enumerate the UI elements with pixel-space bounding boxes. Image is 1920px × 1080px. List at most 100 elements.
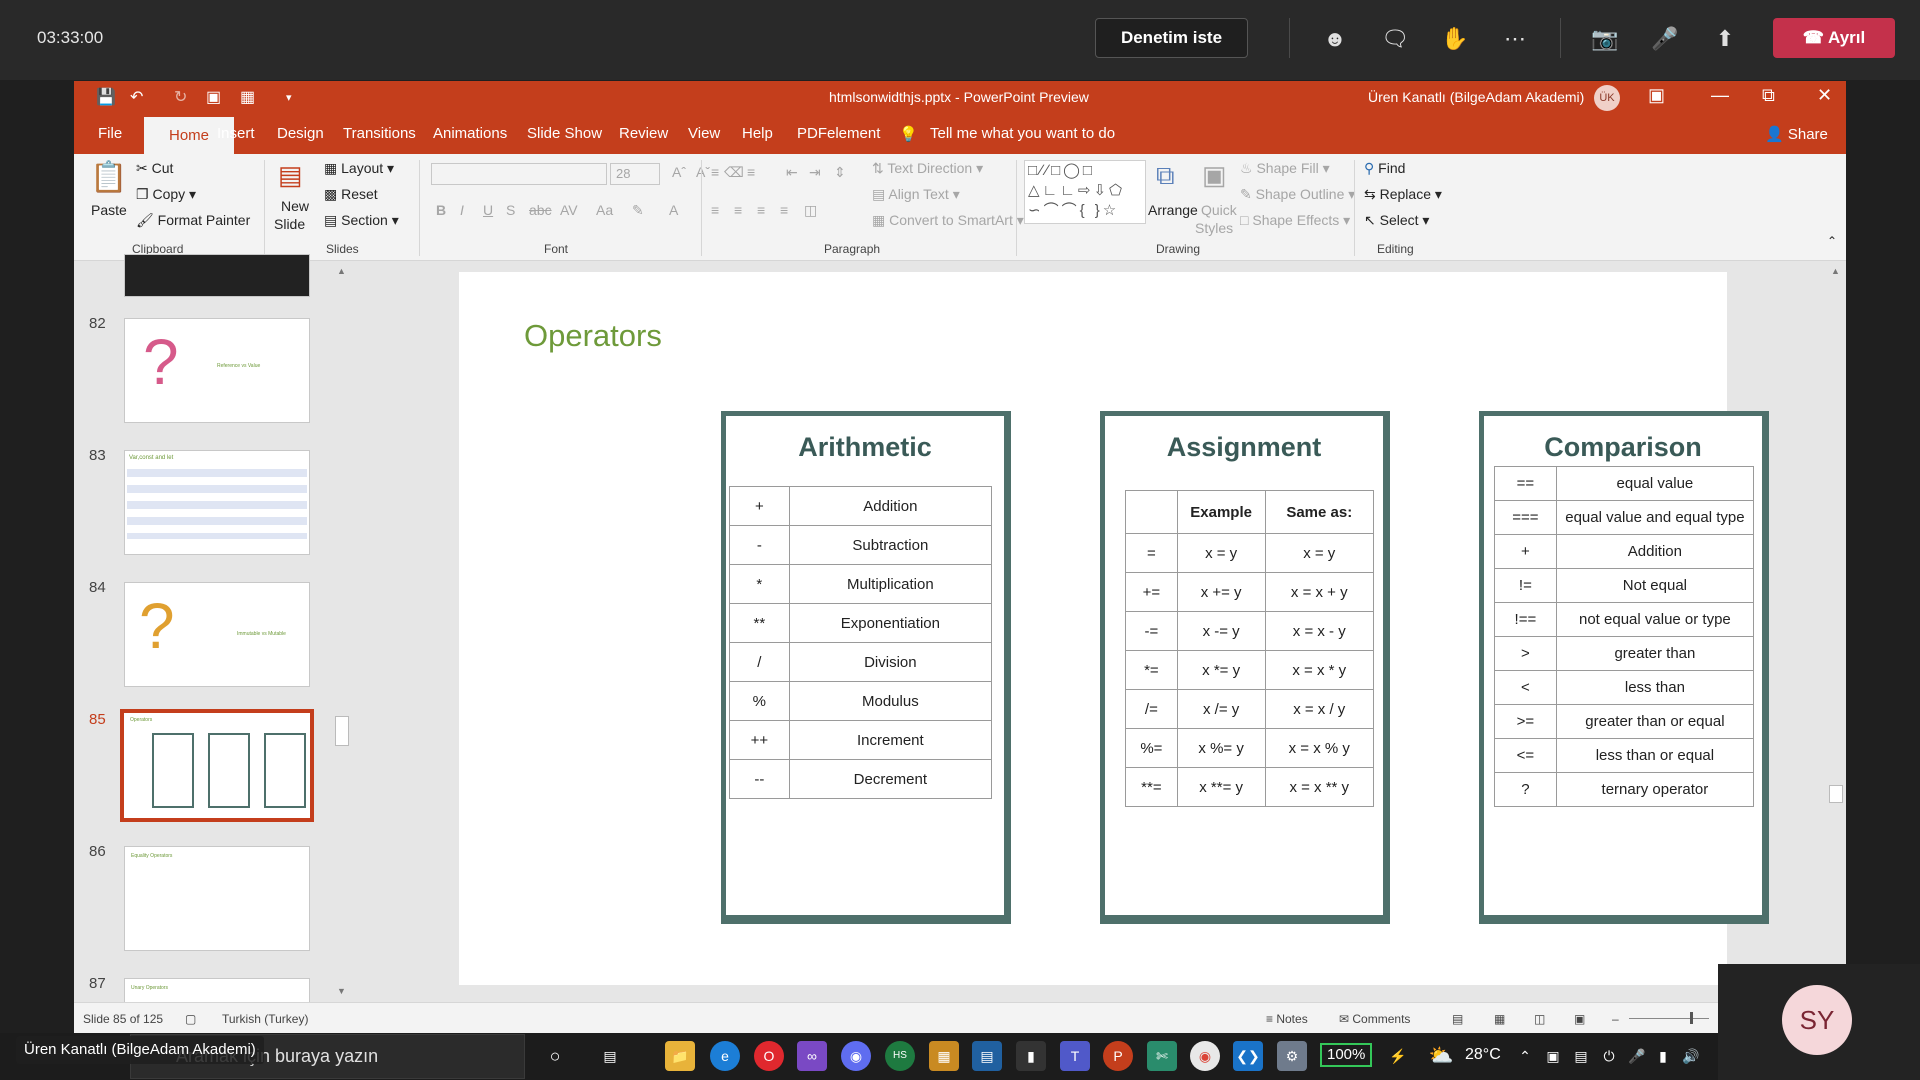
align-text-button[interactable]: ▤ Align Text ▾: [872, 186, 960, 203]
cortana-icon[interactable]: ○: [540, 1041, 570, 1071]
quick-styles-line1[interactable]: Quick: [1201, 202, 1237, 218]
settings-app-icon[interactable]: ⚙: [1277, 1041, 1307, 1071]
change-case-icon[interactable]: Aa: [596, 202, 613, 218]
terminal-icon[interactable]: ▮: [1016, 1041, 1046, 1071]
calculator-grid-icon[interactable]: ▦: [929, 1041, 959, 1071]
new-slide-button-line1[interactable]: New: [281, 198, 309, 214]
align-left-icon[interactable]: ≡: [711, 202, 719, 218]
slide-title[interactable]: Operators: [524, 318, 662, 354]
visual-studio-icon[interactable]: ∞: [797, 1041, 827, 1071]
camera-off-icon[interactable]: 📷: [1588, 22, 1622, 56]
chevron-up-icon[interactable]: ⌃: [1510, 1041, 1540, 1071]
task-view-icon[interactable]: ▤: [595, 1041, 625, 1071]
usb-icon[interactable]: ⏻: [1594, 1041, 1624, 1071]
tab-insert[interactable]: Insert: [217, 125, 255, 142]
shape-outline-button[interactable]: ✎ Shape Outline ▾: [1240, 186, 1355, 203]
bold-icon[interactable]: B: [436, 202, 446, 218]
thumbnail-scrollbar[interactable]: ▲ ▼: [333, 262, 351, 1002]
share-button[interactable]: 👤 Share: [1765, 125, 1828, 143]
numbering-icon[interactable]: ≡: [747, 164, 755, 180]
arrange-button[interactable]: Arrange: [1148, 202, 1198, 218]
character-spacing-icon[interactable]: AV: [560, 202, 578, 218]
user-avatar[interactable]: ÜK: [1594, 85, 1620, 111]
increase-indent-icon[interactable]: ⇥: [809, 164, 821, 181]
weather-icon[interactable]: ⛅: [1426, 1041, 1456, 1071]
request-control-button[interactable]: Denetim iste: [1095, 18, 1248, 58]
reset-button[interactable]: ▩ Reset: [324, 186, 378, 203]
slide-thumbnail-85-selected[interactable]: Operators: [120, 709, 314, 822]
slideshow-view-icon[interactable]: ▣: [1574, 1012, 1585, 1026]
align-right-icon[interactable]: ≡: [757, 202, 765, 218]
network-app-icon[interactable]: ▤: [972, 1041, 1002, 1071]
slide-canvas[interactable]: Operators Arithmetic + Addition - Subtracti…: [459, 272, 1769, 985]
layout-icon[interactable]: ▦: [240, 87, 255, 107]
scroll-up-icon[interactable]: ▲: [1831, 266, 1840, 276]
tab-design[interactable]: Design: [277, 125, 324, 142]
font-size-box[interactable]: 28: [610, 163, 660, 185]
tell-me-search[interactable]: Tell me what you want to do: [930, 125, 1115, 142]
volume-icon[interactable]: 🔊: [1676, 1041, 1706, 1071]
quick-styles-line2[interactable]: Styles: [1195, 220, 1233, 236]
increase-font-icon[interactable]: Aˆ: [672, 164, 686, 180]
snipping-tool-icon[interactable]: ✄: [1147, 1041, 1177, 1071]
slide-thumbnail-81[interactable]: [124, 254, 310, 297]
save-icon[interactable]: 💾: [96, 87, 116, 107]
slide-thumbnail-84[interactable]: ? Immutable vs Mutable: [124, 582, 310, 687]
chat-icon[interactable]: 🗨: [1378, 22, 1412, 56]
language-status[interactable]: Turkish (Turkey): [222, 1012, 308, 1026]
font-name-box[interactable]: [431, 163, 607, 185]
discord-icon[interactable]: ◉: [841, 1041, 871, 1071]
battery-tray-icon[interactable]: ▮: [1648, 1041, 1678, 1071]
zoom-slider-thumb[interactable]: [1690, 1012, 1693, 1024]
opera-icon[interactable]: O: [754, 1041, 784, 1071]
tab-view[interactable]: View: [688, 125, 720, 142]
share-screen-icon[interactable]: ⬆: [1708, 22, 1742, 56]
teams-icon[interactable]: T: [1060, 1041, 1090, 1071]
decrease-indent-icon[interactable]: ⇤: [786, 164, 798, 181]
undo-icon[interactable]: ↶: [130, 87, 143, 107]
replace-button[interactable]: ⇆ Replace ▾: [1364, 186, 1442, 203]
bullets-icon[interactable]: ≡: [711, 164, 719, 180]
highlight-icon[interactable]: ✎: [632, 202, 644, 219]
shape-fill-button[interactable]: ♨ Shape Fill ▾: [1240, 160, 1330, 177]
layout-button[interactable]: ▦ Layout ▾: [324, 160, 394, 177]
reading-view-icon[interactable]: ◫: [1534, 1012, 1545, 1026]
justify-icon[interactable]: ≡: [780, 202, 788, 218]
find-button[interactable]: ⚲ Find: [1364, 160, 1405, 177]
normal-view-icon[interactable]: ▤: [1452, 1012, 1463, 1026]
spellcheck-icon[interactable]: ▢: [185, 1012, 196, 1026]
new-slide-button-line2[interactable]: Slide: [274, 216, 305, 232]
slide-sorter-icon[interactable]: ▦: [1494, 1012, 1505, 1026]
shapes-gallery[interactable]: □∕∕□◯□ △∟∟⇨⇩⬠ ∽⌒⌒{ }☆: [1024, 160, 1146, 224]
tray-app-icon[interactable]: ▣: [1538, 1041, 1568, 1071]
format-painter-button[interactable]: 🖌 Format Painter: [136, 212, 250, 229]
zoom-slider[interactable]: [1629, 1018, 1709, 1019]
text-direction-button[interactable]: ⇅ Text Direction ▾: [872, 160, 983, 177]
close-icon[interactable]: ✕: [1817, 85, 1832, 106]
collapse-ribbon-icon[interactable]: ⌃: [1827, 234, 1837, 248]
convert-smartart-button[interactable]: ▦ Convert to SmartArt ▾: [872, 212, 1024, 229]
restore-icon[interactable]: ⧉: [1762, 85, 1775, 106]
arithmetic-card[interactable]: Arithmetic + Addition - Subtraction * Multipl…: [721, 411, 1011, 924]
assignment-card[interactable]: Assignment Example Same as: = x = yx = y += x…: [1100, 411, 1390, 924]
comments-button[interactable]: ✉ Comments: [1339, 1012, 1410, 1026]
clear-format-icon[interactable]: ⌫: [724, 164, 744, 181]
slide-thumbnail-83[interactable]: Var,const and let: [124, 450, 310, 555]
battery-indicator[interactable]: 100%: [1320, 1043, 1373, 1067]
align-center-icon[interactable]: ≡: [734, 202, 742, 218]
more-icon[interactable]: ⋯: [1498, 22, 1532, 56]
shadow-icon[interactable]: S: [506, 202, 515, 218]
strikethrough-icon[interactable]: abc: [529, 202, 552, 218]
scroll-up-icon[interactable]: ▲: [337, 266, 346, 276]
new-slide-icon[interactable]: ▤: [278, 160, 303, 191]
copy-button[interactable]: ❐ Copy ▾: [136, 186, 196, 203]
cut-button[interactable]: ✂ Cut: [136, 160, 173, 177]
paste-button[interactable]: Paste: [91, 202, 127, 218]
quick-styles-icon[interactable]: ▣: [1202, 160, 1227, 191]
tab-review[interactable]: Review: [619, 125, 668, 142]
powerpoint-icon[interactable]: P: [1103, 1041, 1133, 1071]
ribbon-display-icon[interactable]: ▣: [1648, 85, 1665, 106]
tab-file[interactable]: File: [98, 125, 122, 142]
vscode-icon[interactable]: ❮❯: [1233, 1041, 1263, 1071]
slide-thumbnail-86[interactable]: Equality Operators: [124, 846, 310, 951]
